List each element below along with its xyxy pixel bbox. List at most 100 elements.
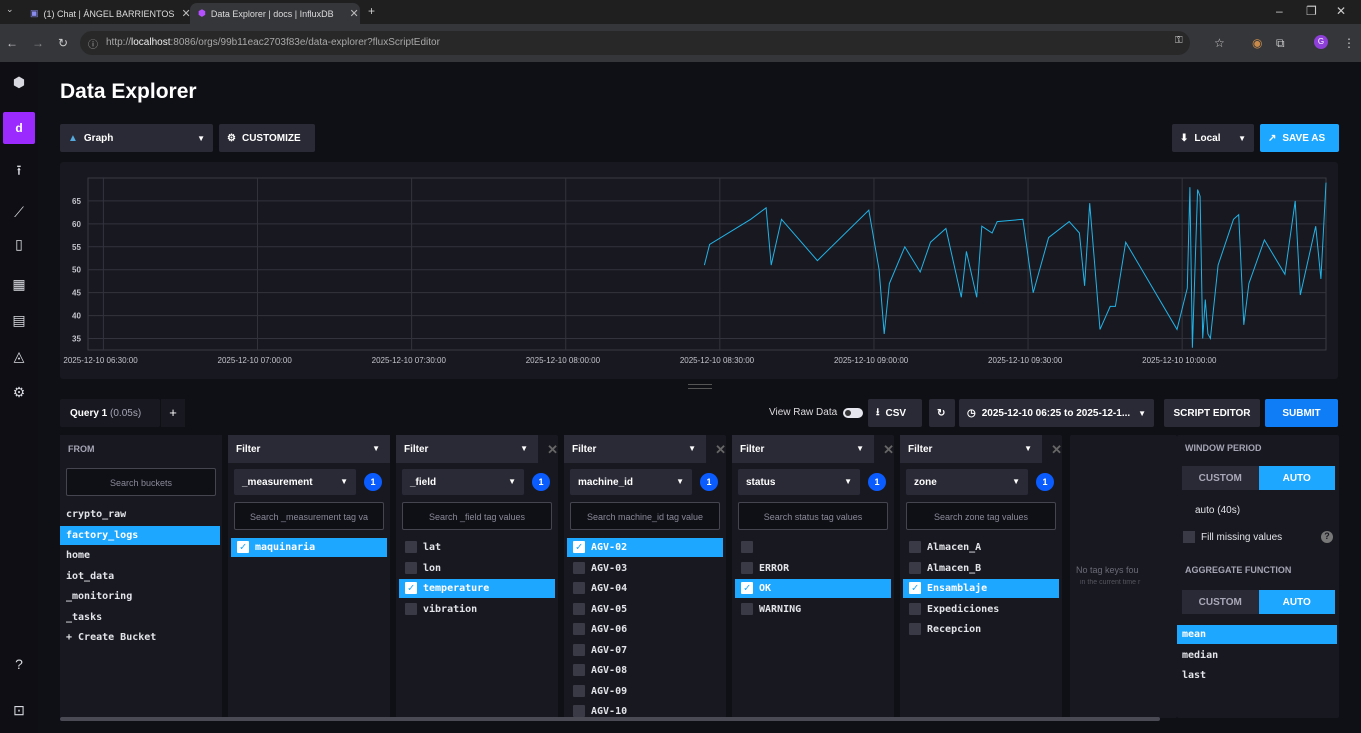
new-tab-icon[interactable]: +: [368, 4, 375, 18]
toggle-switch[interactable]: [843, 407, 864, 418]
tag-value-item[interactable]: Recepcion: [903, 620, 1059, 639]
graph-type-dropdown[interactable]: ▲ Graph ▼: [60, 124, 213, 152]
tag-value-item[interactable]: AGV-04: [567, 579, 723, 598]
profile-avatar[interactable]: G: [1314, 35, 1328, 49]
checkbox-icon[interactable]: [573, 643, 585, 656]
fill-missing-checkbox[interactable]: Fill missing values: [1183, 531, 1282, 543]
tag-value-item[interactable]: Expediciones: [903, 600, 1059, 619]
checkbox[interactable]: [1183, 531, 1195, 543]
tab-search-icon[interactable]: ⌄: [6, 4, 14, 15]
window-period-toggle[interactable]: CUSTOM AUTO: [1182, 466, 1335, 490]
checkbox-icon[interactable]: [741, 602, 753, 615]
bucket-item[interactable]: + Create Bucket: [60, 628, 220, 647]
checkbox-checked-icon[interactable]: ✓: [573, 541, 585, 553]
close-card-icon[interactable]: ✕: [883, 442, 894, 458]
checkbox-icon[interactable]: [573, 623, 585, 635]
extension-icon[interactable]: ◉: [1252, 36, 1262, 50]
tag-value-item[interactable]: ✓ maquinaria: [231, 538, 387, 557]
add-query-button[interactable]: +: [161, 399, 185, 427]
bucket-item[interactable]: _tasks: [60, 608, 220, 627]
tag-value-item[interactable]: Almacen_A: [903, 538, 1059, 557]
checkbox-icon[interactable]: [405, 561, 417, 574]
tag-key-dropdown[interactable]: zone ▼: [906, 469, 1028, 495]
filter-function-dropdown[interactable]: Filter ▼: [228, 435, 390, 463]
horizontal-scrollbar[interactable]: [60, 717, 1160, 721]
checkbox-checked-icon[interactable]: ✓: [237, 541, 249, 553]
tag-value-item[interactable]: lon: [399, 559, 555, 578]
filter-function-dropdown[interactable]: Filter ▼ ✕: [564, 435, 726, 463]
back-icon[interactable]: ←: [6, 36, 18, 50]
checkbox-checked-icon[interactable]: ✓: [909, 582, 921, 594]
tag-value-item[interactable]: AGV-08: [567, 661, 723, 680]
forward-icon[interactable]: →: [32, 36, 44, 50]
bucket-item[interactable]: _monitoring: [60, 587, 220, 606]
script-editor-button[interactable]: SCRIPT EDITOR: [1164, 399, 1260, 427]
tag-value-item[interactable]: AGV-03: [567, 559, 723, 578]
tag-value-item[interactable]: WARNING: [735, 600, 891, 619]
tag-key-dropdown[interactable]: _measurement ▼: [234, 469, 356, 495]
aggregate-toggle[interactable]: CUSTOM AUTO: [1182, 590, 1335, 614]
timezone-dropdown[interactable]: ⬇ Local ▼: [1172, 124, 1254, 152]
tag-key-dropdown[interactable]: status ▼: [738, 469, 860, 495]
customize-button[interactable]: ⚙ CUSTOMIZE: [219, 124, 315, 152]
panel-resize-handle[interactable]: [688, 384, 712, 389]
tag-value-item[interactable]: Almacen_B: [903, 559, 1059, 578]
tasks-calendar-icon[interactable]: ▤: [0, 306, 38, 334]
bucket-item[interactable]: iot_data: [60, 567, 220, 586]
filter-function-dropdown[interactable]: Filter ▼ ✕: [396, 435, 558, 463]
time-range-dropdown[interactable]: ◷ 2025-12-10 06:25 to 2025-12-1... ▼: [959, 399, 1154, 427]
tag-value-search-input[interactable]: Search machine_id tag value: [570, 502, 720, 530]
tag-value-search-input[interactable]: Search _measurement tag va: [234, 502, 384, 530]
explore-graph-icon[interactable]: ⟋: [0, 198, 38, 226]
help-question-icon[interactable]: ?: [1321, 531, 1333, 543]
aggregate-auto-option[interactable]: AUTO: [1258, 590, 1335, 614]
tag-value-search-input[interactable]: Search status tag values: [738, 502, 888, 530]
close-card-icon[interactable]: ✕: [1051, 442, 1062, 458]
checkbox-icon[interactable]: [573, 684, 585, 697]
tag-value-item[interactable]: ✓ Ensamblaje: [903, 579, 1059, 598]
tag-value-item[interactable]: ✓ OK: [735, 579, 891, 598]
checkbox-checked-icon[interactable]: ✓: [741, 582, 753, 594]
query-tab[interactable]: Query 1 (0.05s): [60, 399, 160, 427]
checkbox-icon[interactable]: [573, 561, 585, 574]
tag-value-search-input[interactable]: Search _field tag values: [402, 502, 552, 530]
site-info-icon[interactable]: ⓘ: [88, 36, 98, 51]
bucket-item[interactable]: crypto_raw: [60, 505, 220, 524]
help-icon[interactable]: ?: [0, 650, 38, 678]
influx-logo-icon[interactable]: ⬢: [0, 68, 38, 96]
tag-key-dropdown[interactable]: machine_id ▼: [570, 469, 692, 495]
bucket-item[interactable]: factory_logs: [60, 525, 220, 545]
tag-value-item[interactable]: [735, 538, 891, 557]
aggregate-custom-option[interactable]: CUSTOM: [1182, 590, 1259, 614]
csv-button[interactable]: ⭳ CSV: [868, 399, 922, 427]
aggregate-function-item[interactable]: median: [1177, 646, 1337, 665]
aggregate-function-item[interactable]: mean: [1177, 625, 1337, 644]
window-custom-option[interactable]: CUSTOM: [1182, 466, 1259, 490]
menu-kebab-icon[interactable]: ⋮: [1343, 36, 1355, 50]
tag-value-item[interactable]: ERROR: [735, 559, 891, 578]
reload-icon[interactable]: ↻: [58, 36, 68, 50]
notebooks-icon[interactable]: ▯: [0, 230, 38, 258]
checkbox-icon[interactable]: [909, 623, 921, 635]
checkbox-icon[interactable]: [741, 561, 753, 574]
window-auto-option[interactable]: AUTO: [1258, 466, 1335, 490]
tag-value-item[interactable]: AGV-05: [567, 600, 723, 619]
minimize-icon[interactable]: –: [1276, 4, 1283, 18]
checkbox-icon[interactable]: [909, 541, 921, 553]
data-explorer-nav-icon[interactable]: d: [3, 112, 35, 144]
tag-value-item[interactable]: vibration: [399, 600, 555, 619]
browser-tab-influx[interactable]: ⬢ Data Explorer | docs | InfluxDB ✕: [190, 3, 360, 24]
key-icon[interactable]: ⚿: [1175, 35, 1183, 46]
collapse-sidebar-icon[interactable]: ⊡: [0, 696, 38, 724]
line-graph[interactable]: 35 40 45 50 55 60 65 2025-12-10 06:30:00 2025-12…: [60, 162, 1338, 379]
settings-gear-icon[interactable]: ⚙: [0, 378, 38, 406]
aggregate-function-item[interactable]: last: [1177, 666, 1337, 685]
filter-function-dropdown[interactable]: Filter ▼ ✕: [732, 435, 894, 463]
tag-value-item[interactable]: AGV-06: [567, 620, 723, 639]
bucket-search-input[interactable]: Search buckets: [66, 468, 216, 496]
tag-value-item[interactable]: AGV-07: [567, 641, 723, 660]
alerts-bell-icon[interactable]: ◬: [0, 342, 38, 370]
tag-value-item[interactable]: ✓ AGV-02: [567, 538, 723, 557]
restore-icon[interactable]: ❐: [1306, 4, 1317, 18]
submit-button[interactable]: SUBMIT: [1265, 399, 1338, 427]
